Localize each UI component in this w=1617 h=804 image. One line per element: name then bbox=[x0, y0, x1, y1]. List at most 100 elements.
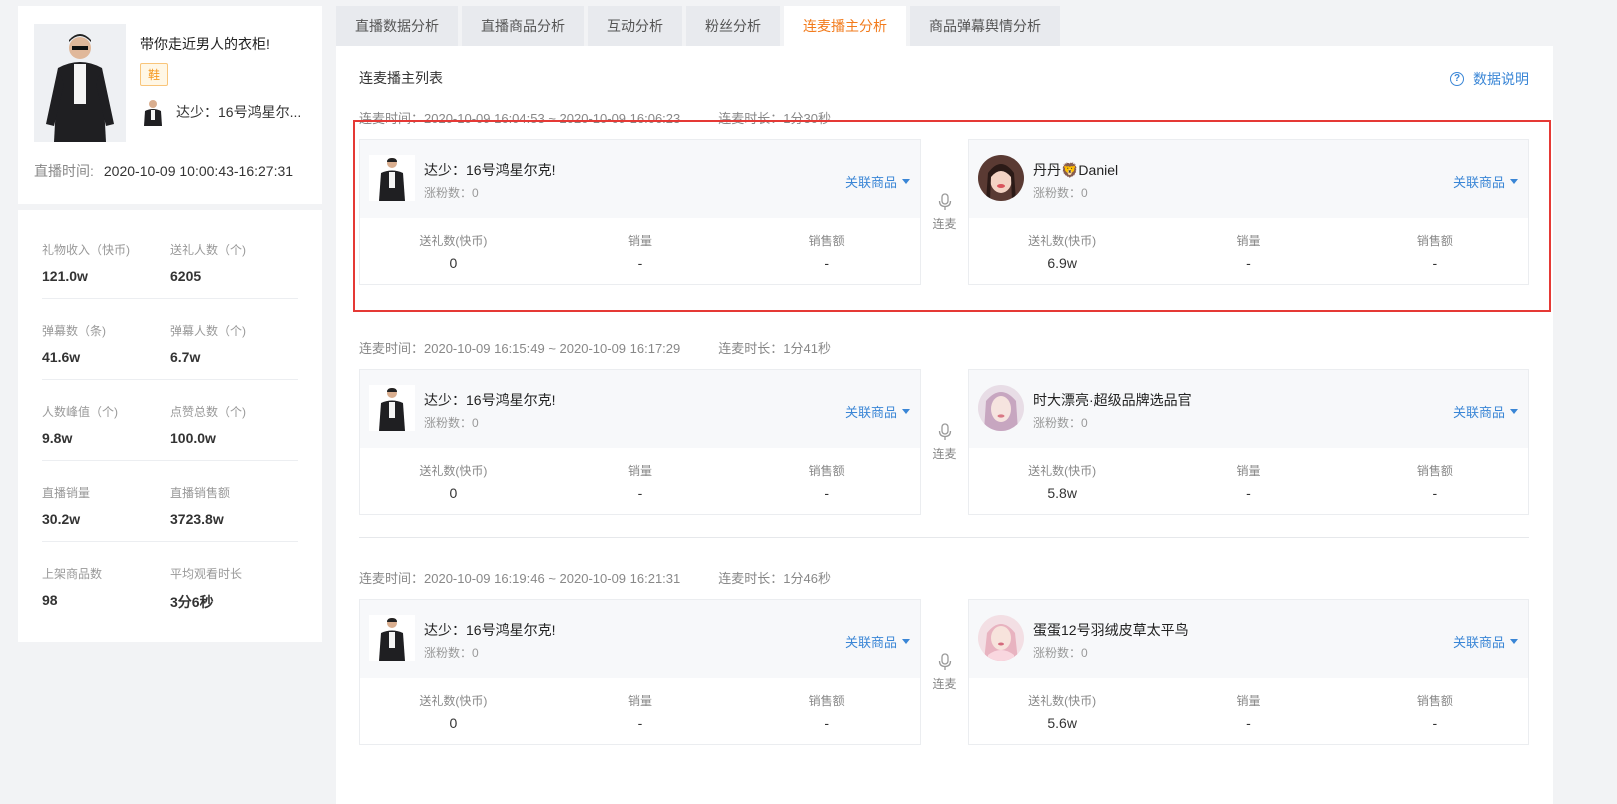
stat-label: 送礼数(快币) bbox=[1028, 464, 1097, 478]
stat-value: - bbox=[1246, 485, 1251, 501]
live-time-value: 2020-10-09 10:00:43-16:27:31 bbox=[103, 163, 294, 179]
caret-down-icon bbox=[902, 639, 910, 644]
host-card-partner: 蛋蛋12号羽绒皮草太平鸟 涨粉数：0 关联商品 送礼数(快币) 5.6w 销量 - … bbox=[968, 599, 1529, 745]
co-mic-label: 连麦 bbox=[932, 217, 957, 231]
list-title: 连麦播主列表 bbox=[359, 70, 443, 86]
host-stats: 送礼数(快币) 5.8w 销量 - 销售额 - bbox=[969, 448, 1528, 501]
host-stats: 送礼数(快币) 5.6w 销量 - 销售额 - bbox=[969, 678, 1528, 731]
related-products-dropdown[interactable]: 关联商品 bbox=[1453, 172, 1518, 191]
session-time: 连麦时间：2020-10-09 16:15:49 ~ 2020-10-09 16… bbox=[359, 341, 681, 356]
stat-value: - bbox=[1246, 255, 1251, 271]
stat-gift-count: 送礼数(快币) 5.6w bbox=[969, 692, 1155, 731]
fans-growth: 涨粉数：0 bbox=[1033, 186, 1088, 200]
avatar bbox=[978, 385, 1024, 431]
fans-growth: 涨粉数：0 bbox=[424, 646, 479, 660]
stat-label: 送礼数(快币) bbox=[1028, 694, 1097, 708]
stat-gift-count: 送礼数(快币) 0 bbox=[360, 692, 547, 731]
session-duration: 连麦时长：1分41秒 bbox=[718, 341, 831, 356]
session-meta: 连麦时间：2020-10-09 16:04:53 ~ 2020-10-09 16… bbox=[359, 108, 1529, 127]
stat-value: - bbox=[1432, 715, 1438, 731]
live-time-label: 直播时间: bbox=[34, 163, 94, 179]
dropdown-label: 关联商品 bbox=[844, 405, 897, 420]
stat-gift-count: 送礼数(快币) 0 bbox=[360, 462, 547, 501]
stat-gift-count: 送礼数(快币) 0 bbox=[360, 232, 547, 271]
related-products-dropdown[interactable]: 关联商品 bbox=[1453, 632, 1518, 651]
host-stats: 送礼数(快币) 0 销量 - 销售额 - bbox=[360, 448, 920, 501]
microphone-icon bbox=[938, 193, 951, 210]
stat-label: 销量 bbox=[628, 234, 653, 248]
stat-value: 98 bbox=[42, 592, 58, 608]
dropdown-label: 关联商品 bbox=[844, 635, 897, 650]
stat-value: 121.0w bbox=[42, 268, 88, 284]
avatar bbox=[978, 615, 1024, 661]
stat-label: 销售额 bbox=[808, 464, 845, 478]
tab-fans[interactable]: 粉丝分析 bbox=[686, 6, 780, 46]
host-name: 时大漂亮·超级品牌选品官 bbox=[1033, 392, 1192, 408]
related-products-dropdown[interactable]: 关联商品 bbox=[845, 172, 910, 191]
stat-value: - bbox=[824, 485, 830, 501]
dropdown-label: 关联商品 bbox=[844, 175, 897, 190]
fans-growth: 涨粉数：0 bbox=[1033, 416, 1088, 430]
stat-label: 送礼数(快币) bbox=[419, 464, 488, 478]
stat-label: 销售额 bbox=[1416, 694, 1453, 708]
caret-down-icon bbox=[1510, 639, 1518, 644]
caret-down-icon bbox=[1510, 409, 1518, 414]
host-stats: 送礼数(快币) 6.9w 销量 - 销售额 - bbox=[969, 218, 1528, 271]
session-divider bbox=[359, 537, 1529, 538]
anchor-panel: 带你走近男人的衣柜! 鞋 达少：16号鸿星尔... 直播时间: 2020-10-0… bbox=[18, 6, 322, 642]
microphone-icon bbox=[938, 423, 951, 440]
tab-live-data[interactable]: 直播数据分析 bbox=[336, 6, 458, 46]
co-host-panel: 连麦播主列表 ? 数据说明 连麦时间：2020-10-09 16:04:53 ~… bbox=[336, 46, 1553, 804]
stat-amount: 销售额 - bbox=[1342, 462, 1528, 501]
stat-row: 人数峰值（个) 9.8w 点赞总数（个) 100.0w bbox=[42, 380, 298, 461]
anchor-slogan: 带你走近男人的衣柜! bbox=[140, 36, 270, 52]
stat-value: 9.8w bbox=[42, 430, 73, 446]
caret-down-icon bbox=[902, 179, 910, 184]
anchor-card: 带你走近男人的衣柜! 鞋 达少：16号鸿星尔... 直播时间: 2020-10-0… bbox=[18, 6, 322, 204]
stat-sales: 销量 - bbox=[1155, 462, 1341, 501]
tab-interaction[interactable]: 互动分析 bbox=[588, 6, 682, 46]
host-name: 达少：16号鸿星尔克! bbox=[424, 392, 556, 408]
stat-danmu-users: 弹幕人数（个) 6.7w bbox=[170, 322, 298, 365]
stat-avg-watch: 平均观看时长 3分6秒 bbox=[170, 565, 298, 612]
stat-gift-count: 送礼数(快币) 6.9w bbox=[969, 232, 1155, 271]
avatar bbox=[369, 615, 415, 661]
tab-live-products[interactable]: 直播商品分析 bbox=[462, 6, 584, 46]
tab-danmu-sentiment[interactable]: 商品弹幕舆情分析 bbox=[910, 6, 1060, 46]
host-stats: 送礼数(快币) 0 销量 - 销售额 - bbox=[360, 678, 920, 731]
stat-value: 6205 bbox=[170, 268, 202, 284]
stat-label: 弹幕数（条) bbox=[42, 324, 106, 338]
stat-value: - bbox=[824, 715, 830, 731]
stat-label: 销量 bbox=[1236, 694, 1261, 708]
stat-label: 销售额 bbox=[808, 234, 845, 248]
stat-value: 5.6w bbox=[1047, 715, 1077, 731]
co-host-session: 连麦时间：2020-10-09 16:04:53 ~ 2020-10-09 16… bbox=[359, 108, 1529, 285]
stat-sales: 销量 - bbox=[1155, 232, 1341, 271]
stat-value: - bbox=[637, 715, 643, 731]
tab-bar: 直播数据分析 直播商品分析 互动分析 粉丝分析 连麦播主分析 商品弹幕舆情分析 bbox=[336, 6, 1553, 46]
co-host-pair: 达少：16号鸿星尔克! 涨粉数：0 关联商品 送礼数(快币) 0 销量 - 销售额 -… bbox=[359, 139, 1529, 285]
stat-label: 销量 bbox=[1236, 464, 1261, 478]
related-products-dropdown[interactable]: 关联商品 bbox=[1453, 402, 1518, 421]
stat-label: 礼物收入（快币) bbox=[42, 243, 130, 257]
related-products-dropdown[interactable]: 关联商品 bbox=[845, 402, 910, 421]
stat-value: 3分6秒 bbox=[170, 594, 214, 610]
stat-value: - bbox=[1432, 255, 1438, 271]
dropdown-label: 关联商品 bbox=[1452, 635, 1505, 650]
anchor-name[interactable]: 达少：16号鸿星尔... bbox=[176, 102, 316, 122]
host-card-self: 达少：16号鸿星尔克! 涨粉数：0 关联商品 送礼数(快币) 0 销量 - 销售额 - bbox=[359, 599, 921, 745]
co-host-session: 连麦时间：2020-10-09 16:15:49 ~ 2020-10-09 16… bbox=[359, 338, 1529, 515]
co-host-session: 连麦时间：2020-10-09 16:19:46 ~ 2020-10-09 16… bbox=[359, 568, 1529, 745]
stat-value: - bbox=[637, 255, 643, 271]
tab-co-host[interactable]: 连麦播主分析 bbox=[784, 6, 906, 46]
related-products-dropdown[interactable]: 关联商品 bbox=[845, 632, 910, 651]
stat-products: 上架商品数 98 bbox=[42, 565, 170, 612]
stat-label: 销售额 bbox=[1416, 464, 1453, 478]
stat-row: 礼物收入（快币) 121.0w 送礼人数（个) 6205 bbox=[42, 218, 298, 299]
co-host-pair: 达少：16号鸿星尔克! 涨粉数：0 关联商品 送礼数(快币) 0 销量 - 销售额 -… bbox=[359, 599, 1529, 745]
caret-down-icon bbox=[1510, 179, 1518, 184]
help-link[interactable]: ? 数据说明 bbox=[1450, 69, 1529, 89]
stat-peak-viewers: 人数峰值（个) 9.8w bbox=[42, 403, 170, 446]
stat-value: - bbox=[1432, 485, 1438, 501]
stat-value: 3723.8w bbox=[170, 511, 224, 527]
